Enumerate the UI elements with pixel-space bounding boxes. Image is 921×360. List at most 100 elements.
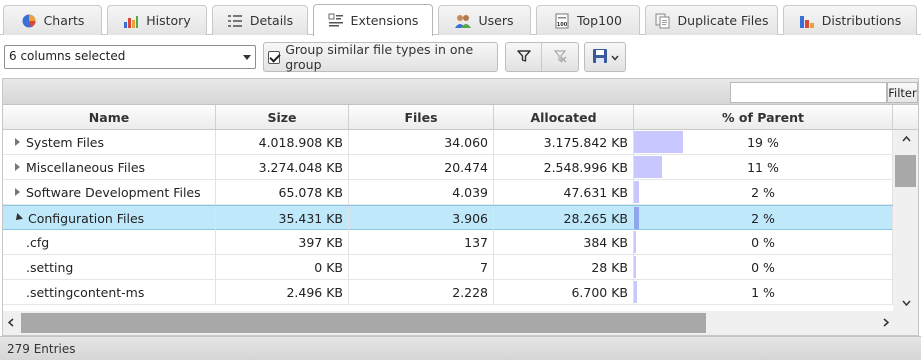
status-bar: 279 Entries [0, 336, 921, 360]
column-header-name[interactable]: Name [3, 105, 216, 130]
vertical-scrollbar[interactable] [893, 130, 918, 311]
collapsed-triangle-icon[interactable] [15, 188, 20, 196]
row-allocated: 6.700 KB [571, 284, 628, 300]
horizontal-scroll-thumb[interactable] [21, 313, 706, 333]
group-similar-checkbox[interactable] [268, 50, 281, 64]
percent-bar [634, 256, 636, 278]
group-similar-label: Group similar file types in one group [285, 42, 474, 72]
cell-pct: 0 % [634, 230, 893, 254]
row-size: 2.496 KB [286, 284, 343, 300]
tab-distributions[interactable]: Distributions [783, 5, 917, 35]
tab-extensions[interactable]: Extensions [313, 4, 433, 36]
row-name: System Files [26, 134, 105, 150]
cell-size: 397 KB [216, 230, 349, 254]
cell-pct: 1 % [634, 280, 893, 304]
filter-apply-button[interactable]: Filter [887, 82, 918, 103]
clear-filter-button[interactable] [542, 43, 578, 71]
users-icon [455, 13, 472, 29]
vertical-scroll-thumb[interactable] [895, 155, 916, 187]
table-row[interactable]: Software Development Files 65.078 KB 4.039… [3, 180, 893, 205]
cell-size: 2.496 KB [216, 280, 349, 304]
cell-allocated: 6.700 KB [494, 280, 634, 304]
row-name: .cfg [26, 234, 50, 250]
table-row[interactable]: .settingcontent-ms 2.496 KB 2.228 6.700 KB 1… [3, 280, 893, 305]
pie-chart-icon [21, 13, 37, 29]
row-percent: 0 % [751, 259, 775, 275]
tab-charts[interactable]: Charts [3, 5, 102, 35]
row-allocated: 384 KB [583, 234, 628, 250]
tab-label: Top100 [577, 13, 622, 28]
percent-bar [634, 281, 637, 303]
tab-users[interactable]: Users [438, 5, 531, 35]
cell-files: 2.228 [349, 280, 494, 304]
table-row[interactable]: System Files 4.018.908 KB 34.060 3.175.842 … [3, 130, 893, 155]
columns-select[interactable]: 6 columns selected [4, 45, 256, 69]
cell-name: Miscellaneous Files [3, 155, 216, 179]
row-files: 137 [464, 234, 488, 250]
row-percent: 19 % [747, 134, 779, 150]
table-row[interactable]: Configuration Files 35.431 KB 3.906 28.265 … [3, 205, 893, 230]
row-size: 397 KB [298, 234, 343, 250]
filter-input[interactable] [730, 82, 887, 103]
table-row[interactable]: .cfg 397 KB 137 384 KB 0 % [3, 230, 893, 255]
row-name: Configuration Files [28, 210, 145, 226]
tab-duplicate-files[interactable]: Duplicate Files [645, 5, 778, 35]
scroll-down-icon[interactable] [902, 298, 911, 309]
row-size: 35.431 KB [278, 210, 343, 226]
column-header-percent-of-parent[interactable]: % of Parent [634, 105, 893, 130]
cell-name: Software Development Files [3, 180, 216, 204]
expanded-triangle-icon[interactable] [13, 213, 23, 223]
export-button[interactable] [584, 42, 626, 72]
table-row[interactable]: Miscellaneous Files 3.274.048 KB 20.474 2.5… [3, 155, 893, 180]
row-percent: 11 % [747, 159, 779, 175]
save-icon [592, 48, 608, 67]
horizontal-scrollbar[interactable] [3, 311, 918, 335]
row-size: 65.078 KB [278, 184, 343, 200]
row-allocated: 28.265 KB [563, 210, 628, 226]
scroll-left-icon[interactable] [7, 318, 14, 330]
tab-bar: Charts History Details Extensions Users … [0, 0, 921, 36]
scroll-up-icon[interactable] [902, 134, 911, 145]
chevron-down-icon [610, 50, 619, 64]
cell-allocated: 384 KB [494, 230, 634, 254]
group-similar-toggle[interactable]: Group similar file types in one group [263, 42, 498, 72]
cell-files: 20.474 [349, 155, 494, 179]
cell-files: 7 [349, 255, 494, 279]
collapsed-triangle-icon[interactable] [15, 163, 20, 171]
column-header-allocated[interactable]: Allocated [494, 105, 634, 130]
column-header-size[interactable]: Size [216, 105, 349, 130]
tab-top100[interactable]: 100 Top100 [536, 5, 640, 35]
distributions-chart-icon [799, 13, 815, 29]
cell-size: 35.431 KB [216, 206, 349, 230]
extensions-list-icon [328, 13, 344, 29]
percent-bar [634, 181, 639, 203]
percent-bar [634, 156, 662, 178]
table-row[interactable]: .setting 0 KB 7 28 KB 0 % [3, 255, 893, 280]
chevron-down-icon [243, 55, 251, 60]
filter-button[interactable] [506, 43, 542, 71]
filter-icon [516, 49, 531, 66]
row-files: 4.039 [452, 184, 488, 200]
entry-count: 279 Entries [7, 342, 76, 356]
export-button-inner[interactable] [585, 43, 625, 71]
collapsed-triangle-icon[interactable] [15, 138, 20, 146]
percent-bar [634, 207, 639, 229]
extensions-grid: Filter Name Size Files Allocated % of Pa… [2, 78, 919, 336]
column-header-files[interactable]: Files [349, 105, 494, 130]
tab-label: Charts [43, 13, 85, 28]
header-corner [893, 105, 918, 130]
scroll-right-icon[interactable] [883, 318, 890, 330]
cell-name: .setting [3, 255, 216, 279]
tab-details[interactable]: Details [212, 5, 308, 35]
row-size: 3.274.048 KB [258, 159, 343, 175]
cell-size: 0 KB [216, 255, 349, 279]
row-name: Software Development Files [26, 184, 201, 200]
details-list-icon [227, 13, 243, 29]
tab-history[interactable]: History [107, 5, 207, 35]
tab-label: Extensions [350, 13, 419, 28]
row-files: 7 [480, 259, 488, 275]
cell-files: 3.906 [349, 206, 494, 230]
grid-body: System Files 4.018.908 KB 34.060 3.175.842 … [3, 130, 893, 311]
row-size: 4.018.908 KB [258, 134, 343, 150]
svg-text:100: 100 [557, 22, 568, 28]
